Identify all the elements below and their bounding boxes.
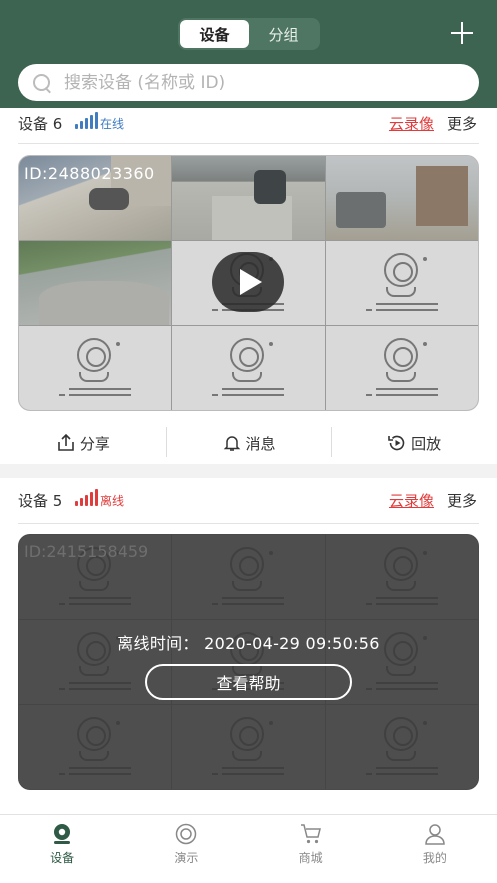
play-button[interactable] <box>212 252 284 312</box>
share-icon <box>58 433 74 451</box>
more-button[interactable]: 更多 <box>447 113 477 134</box>
camera-snapshot <box>19 241 172 325</box>
cloud-recording-link[interactable]: 云录像 <box>389 113 434 134</box>
tab-profile-nav[interactable]: 我的 <box>373 815 497 883</box>
device-card: 设备 6 在线 云录像 更多 ID:2488023360 分享 消息 回放 <box>0 108 497 464</box>
top-bar: 设备 分组 <box>0 0 497 108</box>
device-name: 设备 5 <box>18 492 63 510</box>
signal-icon <box>75 112 98 129</box>
demo-icon <box>176 823 197 845</box>
more-button[interactable]: 更多 <box>447 490 477 511</box>
segment-control: 设备 分组 <box>178 18 320 50</box>
camera-tile[interactable] <box>325 326 478 410</box>
camera-tile[interactable] <box>19 241 172 325</box>
tab-devices[interactable]: 设备 <box>180 20 249 48</box>
offline-overlay: ID:2415158459 离线时间： 2020-04-29 09:50:56 … <box>18 534 479 790</box>
device-id-label: ID:2415158459 <box>24 542 149 561</box>
tab-devices-nav[interactable]: 设备 <box>0 815 124 883</box>
cloud-recording-link[interactable]: 云录像 <box>389 490 434 511</box>
camera-placeholder-icon <box>55 336 135 398</box>
device-icon <box>54 824 71 844</box>
profile-icon <box>425 824 445 845</box>
bottom-tab-bar: 设备 演示 商城 我的 <box>0 814 497 883</box>
view-help-button[interactable]: 查看帮助 <box>145 664 352 700</box>
share-button[interactable]: 分享 <box>0 421 166 465</box>
camera-placeholder-icon <box>208 336 288 398</box>
cart-icon <box>300 824 321 844</box>
add-device-button[interactable] <box>449 20 475 46</box>
playback-icon <box>388 435 405 451</box>
camera-tile[interactable] <box>172 156 325 240</box>
tab-label: 设备 <box>50 851 75 865</box>
camera-tile[interactable] <box>325 241 478 325</box>
device-card-header: 设备 5 离线 云录像 更多 <box>18 478 479 524</box>
device-card-header: 设备 6 在线 云录像 更多 <box>18 108 479 144</box>
messages-button[interactable]: 消息 <box>165 421 332 465</box>
device-id-label: ID:2488023360 <box>24 164 155 183</box>
status-offline: 离线 <box>100 494 125 508</box>
device-name: 设备 6 <box>18 115 63 133</box>
offline-time: 离线时间： 2020-04-29 09:50:56 <box>117 634 380 653</box>
tab-groups[interactable]: 分组 <box>249 20 318 48</box>
tab-label: 商城 <box>298 851 323 865</box>
camera-tile[interactable] <box>325 156 478 240</box>
camera-snapshot <box>172 156 325 240</box>
camera-placeholder-icon <box>362 251 442 313</box>
tab-demo-nav[interactable]: 演示 <box>124 815 248 883</box>
playback-label: 回放 <box>411 434 442 453</box>
tab-label: 我的 <box>422 851 447 865</box>
device-card: 设备 5 离线 云录像 更多 ID:2415158459 离线时间： 2020-… <box>0 478 497 818</box>
search-icon <box>32 73 52 93</box>
status-online: 在线 <box>100 117 125 131</box>
share-label: 分享 <box>79 434 110 453</box>
camera-snapshot <box>325 156 478 240</box>
tab-shop-nav[interactable]: 商城 <box>249 815 373 883</box>
messages-label: 消息 <box>245 434 276 453</box>
device-actions: 分享 消息 回放 <box>0 421 497 465</box>
playback-button[interactable]: 回放 <box>331 421 497 465</box>
camera-tile[interactable] <box>172 326 325 410</box>
signal-icon <box>75 489 98 506</box>
camera-placeholder-icon <box>362 336 442 398</box>
search-input[interactable] <box>64 72 444 93</box>
search-bar[interactable] <box>18 64 479 101</box>
bell-icon <box>223 436 240 451</box>
camera-tile[interactable] <box>19 326 172 410</box>
tab-label: 演示 <box>174 851 199 865</box>
